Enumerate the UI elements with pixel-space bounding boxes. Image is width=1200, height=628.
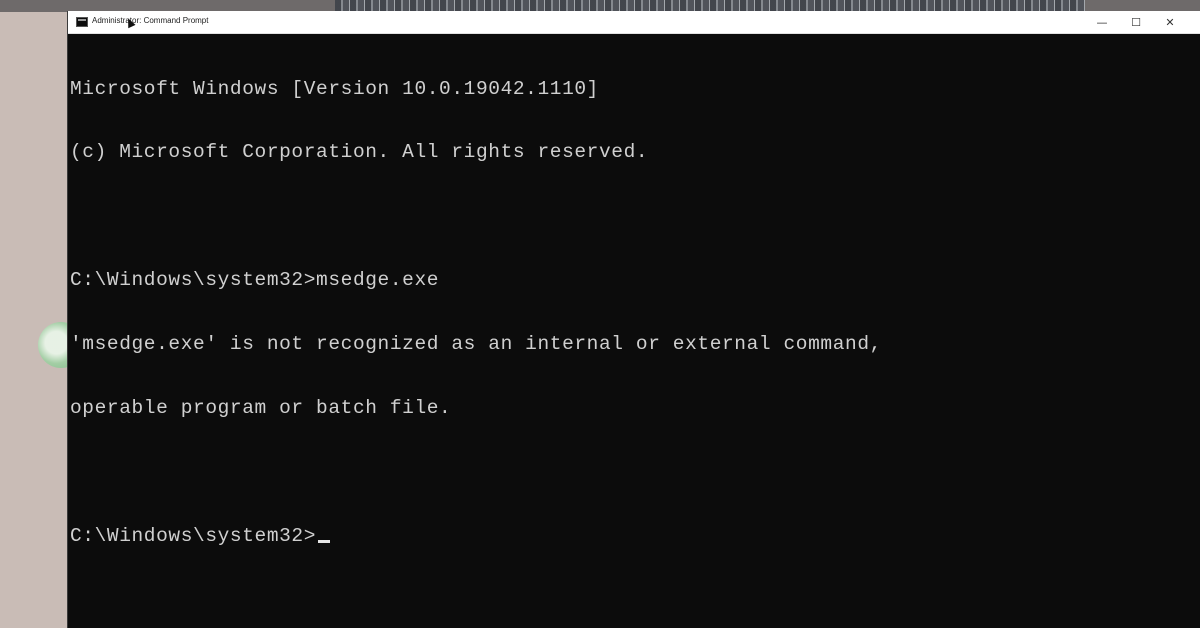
close-button[interactable]: ✕	[1153, 11, 1187, 34]
command-prompt: C:\Windows\system32>	[70, 524, 317, 547]
window-title: Administrator: Command Prompt	[92, 16, 209, 25]
console-line: operable program or batch file.	[70, 397, 452, 420]
console-app-icon[interactable]	[76, 17, 88, 27]
console-prompt-line[interactable]: C:\Windows\system32>	[70, 524, 1190, 547]
console-line: C:\Windows\system32>msedge.exe	[70, 269, 440, 292]
maximize-button[interactable]: ☐	[1119, 11, 1153, 34]
console-line: 'msedge.exe' is not recognized as an int…	[70, 333, 882, 356]
minimize-button[interactable]: —	[1085, 11, 1119, 34]
command-prompt-window[interactable]: Administrator: Command Prompt — ☐ ✕ Micr…	[67, 11, 1200, 628]
console-line: Microsoft Windows [Version 10.0.19042.11…	[70, 77, 599, 100]
text-cursor	[318, 539, 331, 543]
console-output[interactable]: Microsoft Windows [Version 10.0.19042.11…	[70, 36, 1190, 626]
title-bar[interactable]: Administrator: Command Prompt — ☐ ✕	[68, 11, 1200, 34]
console-line: (c) Microsoft Corporation. All rights re…	[70, 141, 649, 164]
